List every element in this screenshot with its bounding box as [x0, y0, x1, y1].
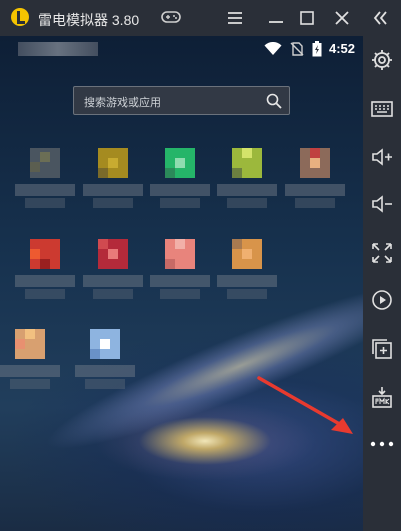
pixel-block — [232, 239, 242, 249]
pixel-block — [165, 259, 175, 269]
keyboard-icon — [371, 101, 393, 117]
pixel-block — [108, 249, 118, 259]
pixel-block — [40, 152, 50, 162]
app-icon[interactable] — [145, 239, 215, 309]
app-label-blurred — [25, 289, 65, 299]
app-label-blurred — [150, 184, 210, 196]
app-label-blurred — [0, 365, 60, 377]
apk-icon — [372, 387, 392, 408]
app-icon[interactable] — [78, 239, 148, 309]
app-label-blurred — [15, 184, 75, 196]
pixel-block — [40, 259, 50, 269]
pixel-block — [310, 158, 320, 168]
app-label-blurred — [93, 198, 133, 208]
right-toolbar — [363, 36, 401, 531]
android-screen[interactable]: 4:52 搜索游戏或应用 — [0, 36, 363, 531]
gamepad-icon[interactable] — [161, 10, 181, 24]
clock: 4:52 — [329, 41, 356, 56]
red-annotation-arrow — [257, 376, 353, 434]
multi-instance-button[interactable] — [370, 337, 394, 361]
add-window-icon — [372, 339, 392, 359]
app-label-blurred — [285, 184, 345, 196]
app-label-blurred — [85, 379, 125, 389]
app-icon[interactable] — [145, 148, 215, 218]
app-icon[interactable] — [280, 148, 350, 218]
app-icon[interactable] — [10, 148, 80, 218]
install-apk-button[interactable] — [370, 385, 394, 409]
pixel-block — [30, 162, 40, 172]
app-label-blurred — [217, 184, 277, 196]
search-icon[interactable] — [266, 93, 282, 109]
keyboard-button[interactable] — [370, 97, 394, 121]
app-label-blurred — [217, 275, 277, 287]
volume-up-icon — [372, 148, 392, 166]
collapse-sidebar-button[interactable] — [368, 6, 392, 30]
app-title: 雷电模拟器 3.80 — [38, 12, 140, 28]
settings-button[interactable] — [370, 48, 394, 72]
hamburger-icon — [228, 12, 242, 24]
double-chevron-left-icon — [373, 11, 387, 25]
app-label-blurred — [160, 198, 200, 208]
app-logo-icon — [11, 8, 29, 26]
pixel-block — [242, 148, 252, 158]
app-label-blurred — [160, 289, 200, 299]
fullscreen-icon — [372, 243, 392, 263]
volume-down-icon — [372, 195, 392, 213]
pixel-block — [175, 239, 185, 249]
pixel-block — [175, 158, 185, 168]
app-label-blurred — [150, 275, 210, 287]
app-label-blurred — [10, 379, 50, 389]
pixel-block — [15, 339, 25, 349]
pixel-block — [90, 349, 100, 359]
app-icon[interactable] — [10, 239, 80, 309]
app-icon[interactable] — [212, 239, 282, 309]
fullscreen-button[interactable] — [370, 241, 394, 265]
gear-icon — [372, 50, 392, 70]
maximize-button[interactable] — [295, 6, 319, 30]
volume-up-button[interactable] — [370, 145, 394, 169]
no-sim-icon — [290, 42, 304, 56]
app-icon[interactable] — [70, 329, 140, 399]
pixel-block — [108, 158, 118, 168]
volume-down-button[interactable] — [370, 192, 394, 216]
blurred-carrier-text — [18, 42, 98, 56]
menu-button[interactable] — [223, 6, 247, 30]
pixel-block — [310, 148, 320, 158]
app-icon[interactable] — [212, 148, 282, 218]
app-label-blurred — [227, 198, 267, 208]
more-dots-icon — [370, 441, 394, 447]
pixel-block — [232, 168, 242, 178]
close-icon — [335, 11, 349, 25]
app-label-blurred — [83, 275, 143, 287]
minimize-icon — [269, 21, 283, 23]
app-label-blurred — [15, 275, 75, 287]
app-label-blurred — [83, 184, 143, 196]
battery-charging-icon — [312, 41, 322, 57]
pixel-block — [30, 249, 40, 259]
pixel-block — [98, 168, 108, 178]
more-button[interactable] — [370, 432, 394, 456]
record-play-icon — [372, 290, 392, 310]
app-icon[interactable] — [0, 329, 65, 399]
search-input[interactable]: 搜索游戏或应用 — [73, 86, 290, 115]
android-status-bar: 4:52 — [0, 36, 363, 62]
title-bar: 雷电模拟器 3.80 — [0, 0, 401, 36]
maximize-icon — [300, 11, 314, 25]
app-label-blurred — [93, 289, 133, 299]
pixel-block — [25, 329, 35, 339]
app-label-blurred — [227, 289, 267, 299]
minimize-button[interactable] — [264, 6, 288, 30]
pixel-block — [242, 249, 252, 259]
close-button[interactable] — [330, 6, 354, 30]
app-label-blurred — [25, 198, 65, 208]
app-label-blurred — [75, 365, 135, 377]
wifi-icon — [264, 42, 282, 55]
app-label-blurred — [295, 198, 335, 208]
search-placeholder: 搜索游戏或应用 — [84, 97, 161, 109]
app-icon[interactable] — [78, 148, 148, 218]
pixel-block — [98, 239, 108, 249]
pixel-block — [165, 168, 175, 178]
record-button[interactable] — [370, 288, 394, 312]
pixel-block — [100, 339, 110, 349]
